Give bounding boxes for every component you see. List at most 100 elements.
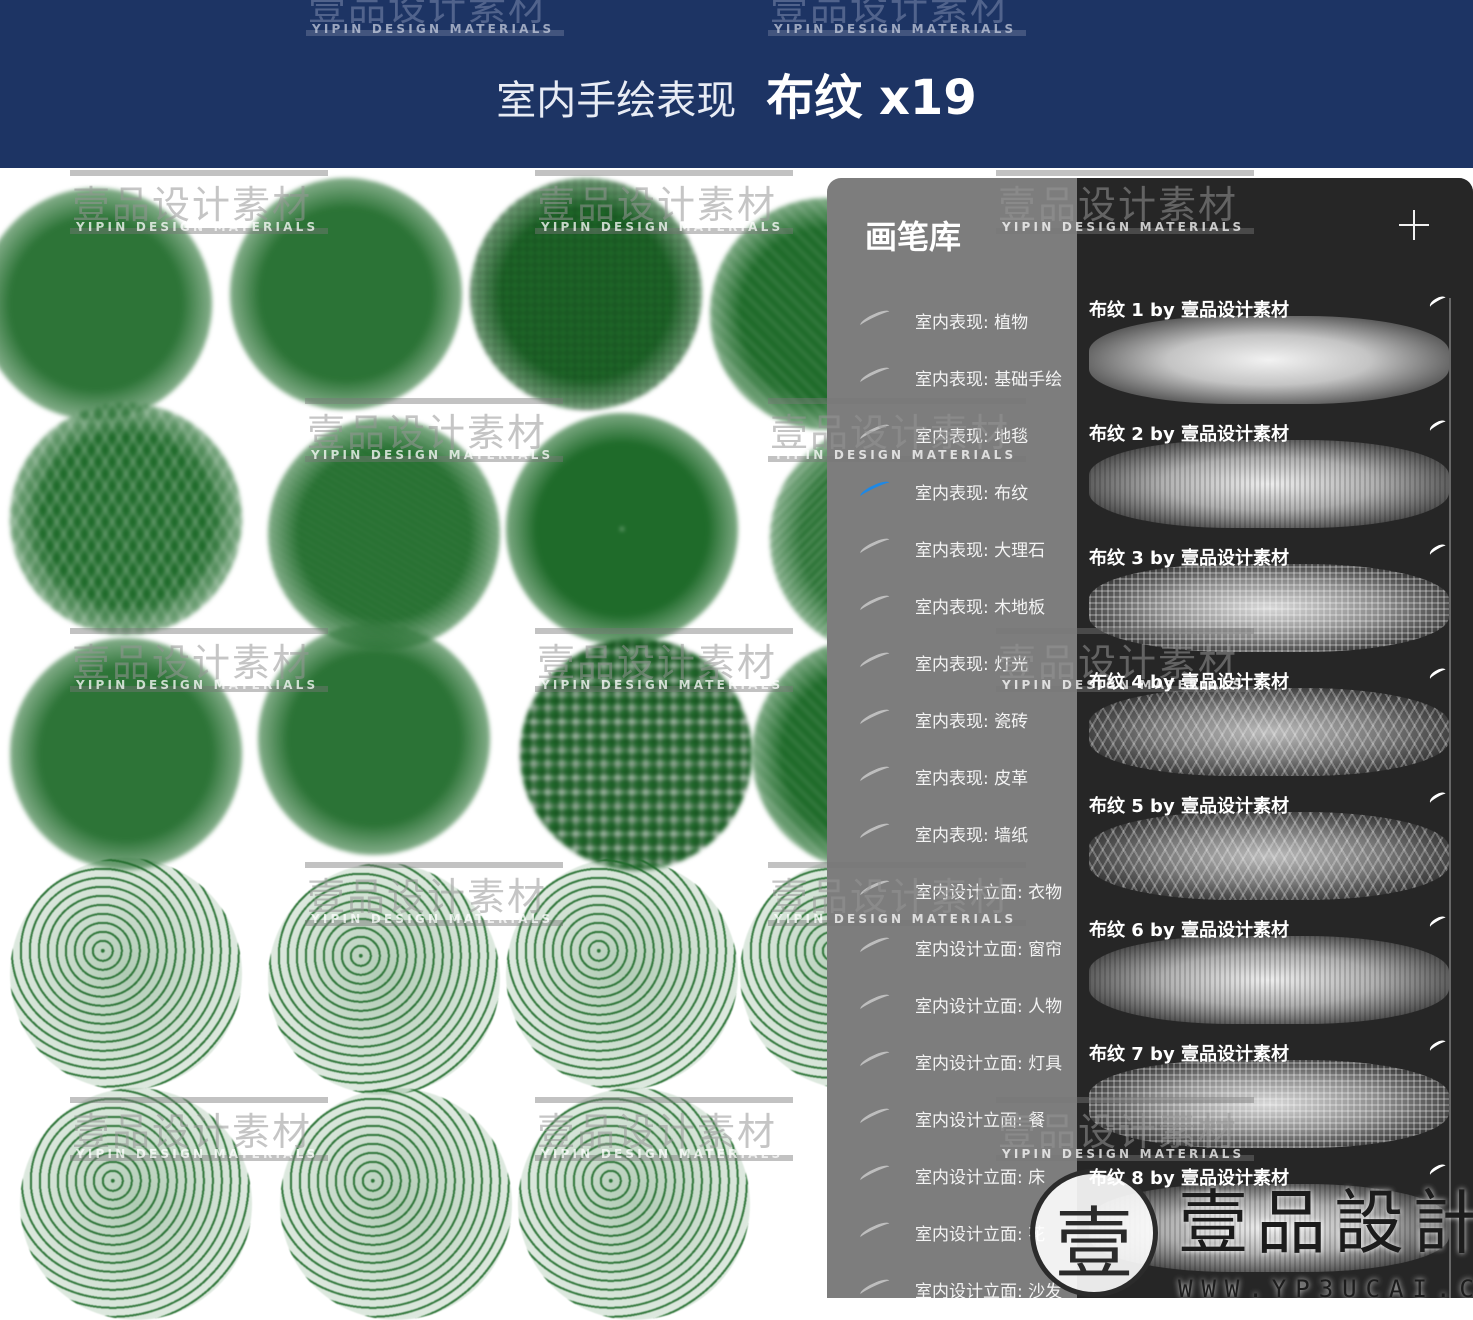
texture-swatch xyxy=(258,623,490,855)
page-title: 室内手绘表现 布纹 x19 xyxy=(0,58,1473,128)
brush-set-label: 室内表现: 瓷砖 xyxy=(915,712,1029,732)
brush-set-item[interactable]: 室内表现: 木地板 xyxy=(847,585,1077,625)
brush-set-item[interactable]: 室内表现: 墙纸 xyxy=(847,813,1077,853)
texture-swatch xyxy=(10,858,242,1090)
brush-item[interactable]: 布纹 4 by 壹品设计素材 xyxy=(1079,662,1455,782)
brush-set-item[interactable]: 室内表现: 大理石 xyxy=(847,528,1077,568)
brush-stroke-preview xyxy=(1089,316,1449,404)
brush-stroke-icon xyxy=(858,649,892,672)
texture-swatch xyxy=(268,418,500,650)
brush-set-item[interactable]: 室内表现: 地毯 xyxy=(847,414,1077,454)
brush-set-item[interactable]: 室内表现: 瓷砖 xyxy=(847,699,1077,739)
brush-set-label: 室内设计立面: 窗帘 xyxy=(915,940,1063,960)
texture-swatch xyxy=(0,188,212,420)
brush-set-item[interactable]: 室内设计立面: 窗帘 xyxy=(847,927,1077,967)
title-light: 室内手绘表现 xyxy=(496,78,737,124)
brush-set-label: 室内表现: 基础手绘 xyxy=(915,370,1063,390)
brush-set-item[interactable]: 室内表现: 植物 xyxy=(847,300,1077,340)
brush-stroke-icon xyxy=(858,706,892,729)
brush-name: 布纹 3 by 壹品设计素材 xyxy=(1089,548,1289,569)
texture-swatch xyxy=(230,178,462,410)
texture-swatch xyxy=(506,858,738,1090)
texture-swatch xyxy=(20,1088,252,1320)
brush-set-label: 室内设计立面: 餐 xyxy=(915,1111,1046,1131)
brush-stroke-preview xyxy=(1089,936,1449,1024)
texture-swatch xyxy=(280,1088,512,1320)
brush-name: 布纹 2 by 壹品设计素材 xyxy=(1089,424,1289,445)
brush-name: 布纹 7 by 壹品设计素材 xyxy=(1089,1044,1289,1065)
brush-stroke-icon xyxy=(858,421,892,444)
brush-set-item[interactable]: 室内表现: 基础手绘 xyxy=(847,357,1077,397)
brush-set-label: 室内表现: 布纹 xyxy=(915,484,1029,504)
brush-set-item[interactable]: 室内设计立面: 餐 xyxy=(847,1098,1077,1138)
brush-stroke-icon xyxy=(858,763,892,786)
brush-name: 布纹 6 by 壹品设计素材 xyxy=(1089,920,1289,941)
texture-swatch xyxy=(10,638,242,870)
brush-stroke-preview xyxy=(1089,564,1449,652)
feather-icon xyxy=(1427,418,1449,435)
texture-swatch-grid xyxy=(0,168,1002,1320)
brush-stroke-icon xyxy=(858,877,892,900)
brush-set-label: 室内设计立面: 花 xyxy=(915,1225,1046,1245)
logo-url: WWW.YP3UCAI.COM xyxy=(1178,1275,1473,1303)
brush-stroke-icon xyxy=(858,820,892,843)
brush-stroke-icon xyxy=(858,592,892,615)
brush-stroke-icon xyxy=(858,934,892,957)
brush-stroke-icon xyxy=(858,1219,892,1242)
brush-set-label: 室内表现: 灯光 xyxy=(915,655,1029,675)
brush-stroke-icon xyxy=(858,535,892,558)
brush-stroke-icon xyxy=(858,1276,892,1298)
texture-swatch xyxy=(268,863,500,1095)
brush-stroke-preview xyxy=(1089,688,1449,776)
brush-stroke-icon xyxy=(858,1048,892,1071)
scroll-indicator[interactable] xyxy=(1449,298,1451,1298)
brush-set-label: 室内表现: 皮革 xyxy=(915,769,1029,789)
brush-name: 布纹 1 by 壹品设计素材 xyxy=(1089,300,1289,321)
texture-swatch xyxy=(506,413,738,645)
feather-icon xyxy=(1427,790,1449,807)
brush-name: 布纹 8 by 壹品设计素材 xyxy=(1089,1168,1289,1189)
brush-set-label: 室内表现: 木地板 xyxy=(915,598,1046,618)
plus-icon[interactable] xyxy=(1399,210,1429,240)
texture-swatch xyxy=(470,178,702,410)
brush-stroke-icon xyxy=(858,991,892,1014)
brush-set-item[interactable]: 室内设计立面: 人物 xyxy=(847,984,1077,1024)
brush-set-label: 室内设计立面: 灯具 xyxy=(915,1054,1063,1074)
brush-item[interactable]: 布纹 3 by 壹品设计素材 xyxy=(1079,538,1455,658)
brush-stroke-preview xyxy=(1089,812,1449,900)
feather-icon xyxy=(1427,914,1449,931)
brush-item[interactable]: 布纹 6 by 壹品设计素材 xyxy=(1079,910,1455,1030)
brush-item[interactable]: 布纹 7 by 壹品设计素材 xyxy=(1079,1034,1455,1154)
brush-set-item[interactable]: 室内设计立面: 衣物 xyxy=(847,870,1077,910)
brush-set-label: 室内设计立面: 人物 xyxy=(915,997,1063,1017)
feather-icon xyxy=(1427,294,1449,311)
brush-stroke-preview xyxy=(1089,440,1449,528)
brush-stroke-icon xyxy=(858,478,892,501)
brush-set-item[interactable]: 室内表现: 灯光 xyxy=(847,642,1077,682)
feather-icon xyxy=(1427,666,1449,683)
brush-stroke-icon xyxy=(858,1105,892,1128)
texture-swatch xyxy=(518,1088,750,1320)
brush-set-item[interactable]: 室内表现: 布纹 xyxy=(847,471,1077,511)
feather-icon xyxy=(1427,542,1449,559)
brush-set-item[interactable]: 室内设计立面: 灯具 xyxy=(847,1041,1077,1081)
brush-set-label: 室内表现: 地毯 xyxy=(915,427,1029,447)
brush-set-label: 室内表现: 墙纸 xyxy=(915,826,1029,846)
feather-icon xyxy=(1427,1038,1449,1055)
texture-swatch xyxy=(520,638,752,870)
brush-set-label: 室内表现: 大理石 xyxy=(915,541,1046,561)
brush-item[interactable]: 布纹 2 by 壹品设计素材 xyxy=(1079,414,1455,534)
brush-item[interactable]: 布纹 5 by 壹品设计素材 xyxy=(1079,786,1455,906)
brush-stroke-preview xyxy=(1089,1060,1449,1148)
brush-library-panel: 画笔库 室内表现: 植物 室内表现: 基础手绘 室内表现: 地毯 室内表现: 布纹 室内… xyxy=(827,178,1473,1298)
texture-swatch xyxy=(10,403,242,635)
brush-set-label: 室内设计立面: 床 xyxy=(915,1168,1046,1188)
brush-name: 布纹 4 by 壹品设计素材 xyxy=(1089,672,1289,693)
brush-item[interactable]: 布纹 1 by 壹品设计素材 xyxy=(1079,290,1455,410)
brush-stroke-icon xyxy=(858,307,892,330)
brush-set-item[interactable]: 室内表现: 皮革 xyxy=(847,756,1077,796)
brush-name: 布纹 5 by 壹品设计素材 xyxy=(1089,796,1289,817)
brush-set-label: 室内设计立面: 衣物 xyxy=(915,883,1063,903)
brush-set-label: 室内表现: 植物 xyxy=(915,313,1029,333)
title-bold: 布纹 x19 xyxy=(766,70,977,126)
